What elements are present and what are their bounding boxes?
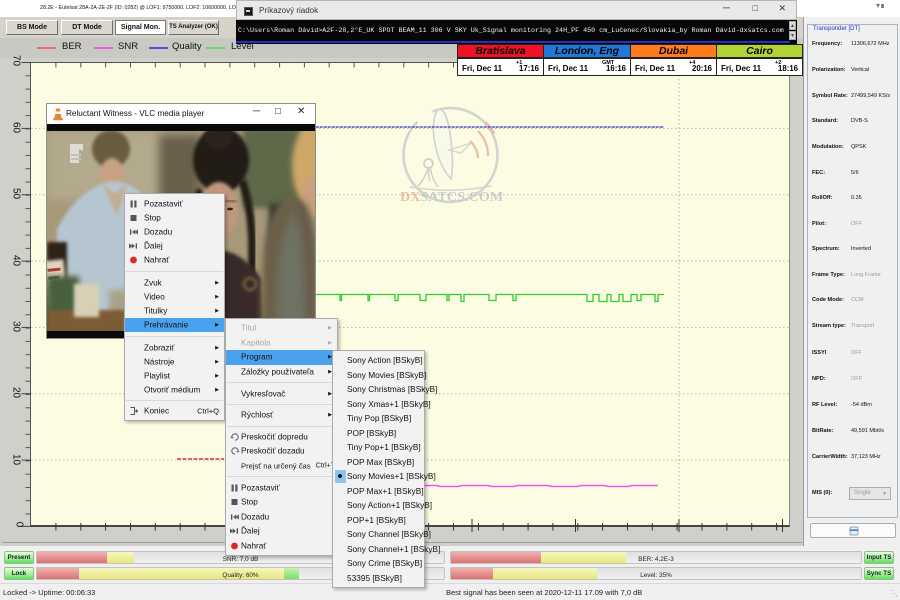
svg-text:DXSATCS.COM: DXSATCS.COM bbox=[400, 190, 503, 205]
